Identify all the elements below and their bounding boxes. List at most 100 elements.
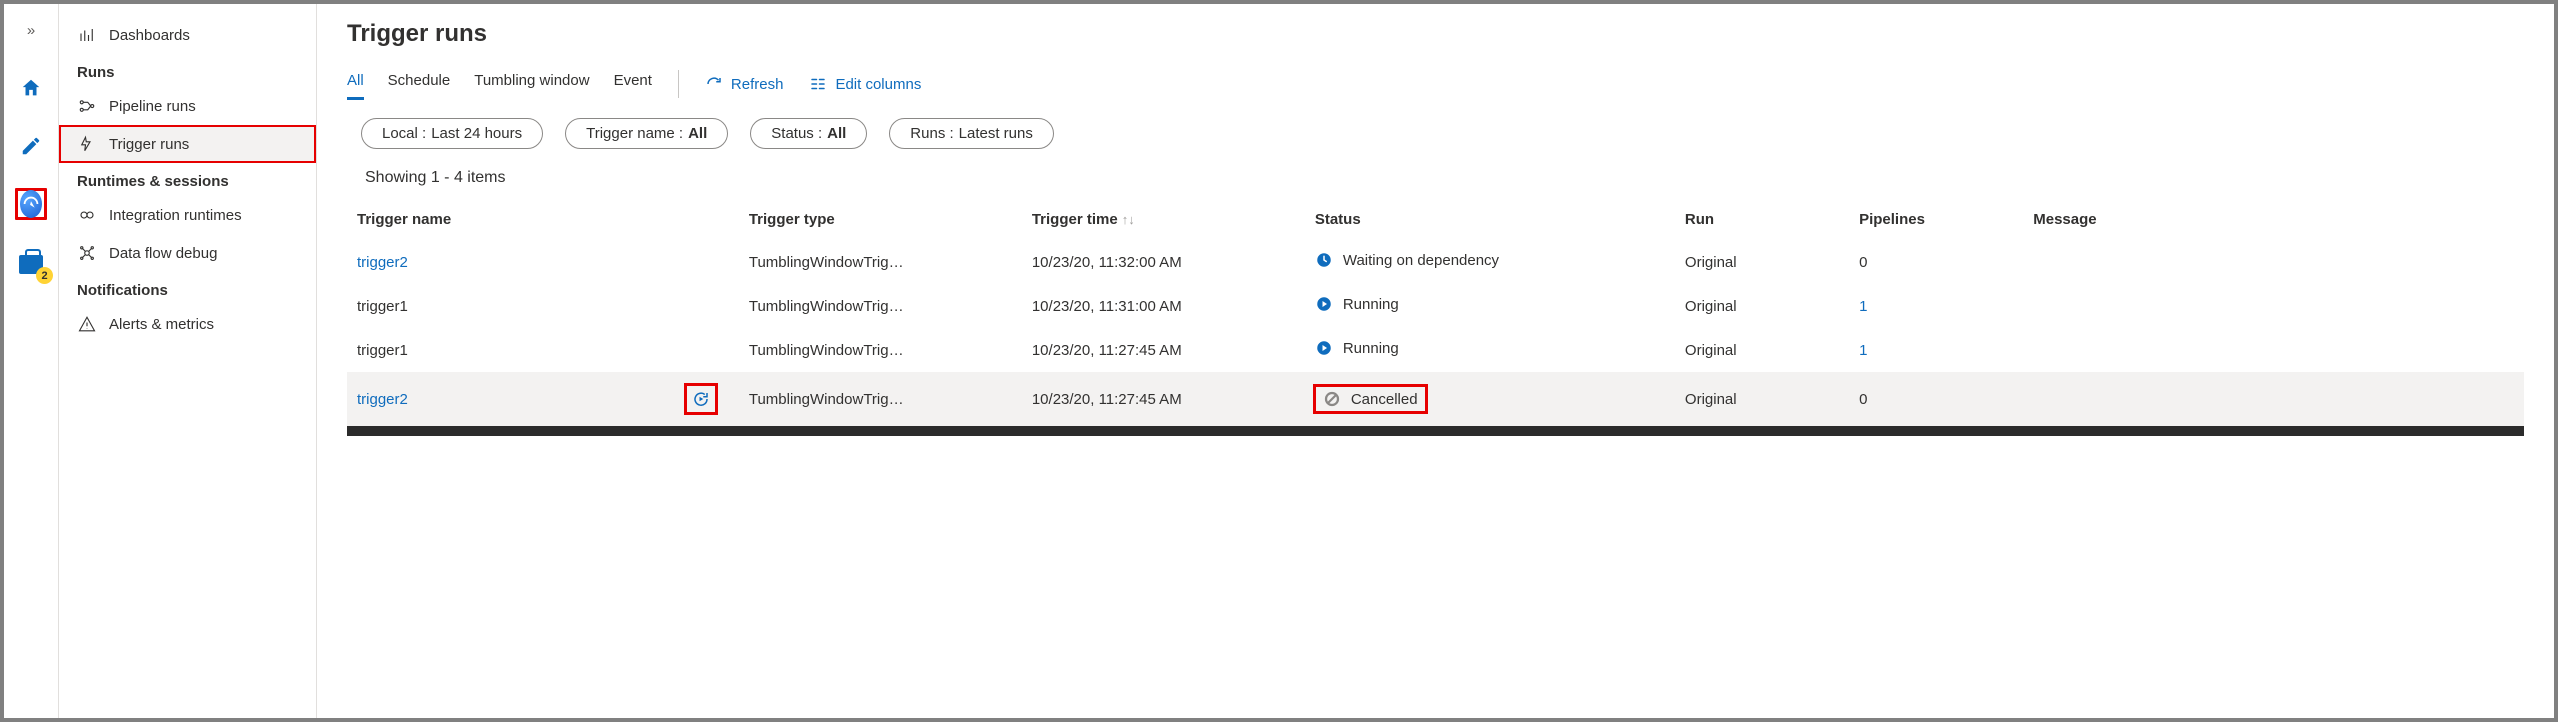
col-trigger-name[interactable]: Trigger name bbox=[347, 199, 674, 240]
results-table: Trigger name Trigger type Trigger time↑↓… bbox=[347, 199, 2524, 426]
sidebar-item-label: Integration runtimes bbox=[109, 207, 242, 224]
col-message[interactable]: Message bbox=[2023, 199, 2524, 240]
dashboard-icon bbox=[77, 26, 97, 44]
tab-event[interactable]: Event bbox=[614, 68, 652, 100]
filter-local[interactable]: Local : Last 24 hours bbox=[361, 118, 543, 149]
home-icon bbox=[20, 77, 42, 99]
pipelines-count[interactable]: 1 bbox=[1859, 342, 1867, 359]
dataflow-icon bbox=[77, 244, 97, 262]
sidebar-item-dashboards[interactable]: Dashboards bbox=[59, 16, 316, 54]
icon-rail: » 2 bbox=[4, 4, 59, 718]
trigger-time: 10/23/20, 11:27:45 AM bbox=[1022, 328, 1305, 372]
trigger-name: trigger1 bbox=[357, 298, 408, 315]
status-text: Running bbox=[1343, 340, 1399, 357]
filter-key: Status : bbox=[771, 125, 822, 142]
sidebar-section-runs: Runs bbox=[59, 54, 316, 87]
status-cell: Running bbox=[1315, 295, 1399, 313]
col-trigger-time[interactable]: Trigger time↑↓ bbox=[1022, 199, 1305, 240]
filter-value: All bbox=[688, 125, 707, 142]
author-button[interactable] bbox=[15, 130, 47, 162]
pipelines-count: 0 bbox=[1859, 391, 1867, 408]
run-kind: Original bbox=[1675, 372, 1849, 426]
running-icon bbox=[1315, 295, 1333, 313]
filter-key: Local : bbox=[382, 125, 426, 142]
filter-status[interactable]: Status : All bbox=[750, 118, 867, 149]
monitor-button[interactable] bbox=[15, 188, 47, 220]
edit-columns-button[interactable]: Edit columns bbox=[809, 75, 921, 93]
page-title: Trigger runs bbox=[347, 20, 2524, 48]
rerun-icon bbox=[692, 390, 710, 408]
col-trigger-type[interactable]: Trigger type bbox=[739, 199, 1022, 240]
run-kind: Original bbox=[1675, 284, 1849, 328]
table-row[interactable]: trigger1TumblingWindowTrig…10/23/20, 11:… bbox=[347, 328, 2524, 372]
trigger-type: TumblingWindowTrig… bbox=[739, 284, 1022, 328]
trigger-time: 10/23/20, 11:32:00 AM bbox=[1022, 240, 1305, 284]
rerun-button[interactable] bbox=[684, 383, 718, 415]
col-run[interactable]: Run bbox=[1675, 199, 1849, 240]
running-icon bbox=[1315, 339, 1333, 357]
col-pipelines[interactable]: Pipelines bbox=[1849, 199, 2023, 240]
horizontal-scrollbar[interactable] bbox=[347, 426, 2524, 436]
trigger-name[interactable]: trigger2 bbox=[357, 391, 408, 408]
expand-rail-button[interactable]: » bbox=[15, 14, 47, 46]
tab-tumbling-window[interactable]: Tumbling window bbox=[474, 68, 589, 100]
trigger-type: TumblingWindowTrig… bbox=[739, 372, 1022, 426]
gauge-icon bbox=[20, 193, 42, 215]
manage-button[interactable]: 2 bbox=[15, 248, 47, 280]
filter-value: Last 24 hours bbox=[431, 125, 522, 142]
table-row[interactable]: trigger2TumblingWindowTrig…10/23/20, 11:… bbox=[347, 372, 2524, 426]
command-row: All Schedule Tumbling window Event Refre… bbox=[347, 62, 2524, 114]
status-text: Waiting on dependency bbox=[1343, 252, 1499, 269]
filter-runs[interactable]: Runs : Latest runs bbox=[889, 118, 1054, 149]
run-kind: Original bbox=[1675, 240, 1849, 284]
trigger-type: TumblingWindowTrig… bbox=[739, 328, 1022, 372]
sidebar-section-runtimes: Runtimes & sessions bbox=[59, 163, 316, 196]
message bbox=[2023, 372, 2524, 426]
sidebar-item-integration-runtimes[interactable]: Integration runtimes bbox=[59, 196, 316, 234]
trigger-name[interactable]: trigger2 bbox=[357, 254, 408, 271]
status-cell: Running bbox=[1315, 339, 1399, 357]
table-row[interactable]: trigger2 TumblingWindowTrig…10/23/20, 11:… bbox=[347, 240, 2524, 284]
results-summary: Showing 1 - 4 items bbox=[347, 167, 2524, 199]
results-table-wrap: Trigger name Trigger type Trigger time↑↓… bbox=[347, 199, 2524, 718]
filter-value: Latest runs bbox=[959, 125, 1033, 142]
sidebar-item-label: Pipeline runs bbox=[109, 98, 196, 115]
trigger-time: 10/23/20, 11:31:00 AM bbox=[1022, 284, 1305, 328]
toolbox-badge: 2 bbox=[36, 267, 53, 284]
col-status[interactable]: Status bbox=[1305, 199, 1675, 240]
pencil-icon bbox=[20, 135, 42, 157]
filter-key: Runs : bbox=[910, 125, 953, 142]
status-text: Running bbox=[1343, 296, 1399, 313]
status-cell: Waiting on dependency bbox=[1315, 251, 1499, 269]
sidebar-item-pipeline-runs[interactable]: Pipeline runs bbox=[59, 87, 316, 125]
message bbox=[2023, 284, 2524, 328]
sidebar-item-data-flow-debug[interactable]: Data flow debug bbox=[59, 234, 316, 272]
separator bbox=[678, 70, 679, 98]
edit-columns-label: Edit columns bbox=[835, 76, 921, 93]
pipelines-count: 0 bbox=[1859, 254, 1867, 271]
home-button[interactable] bbox=[15, 72, 47, 104]
tab-all[interactable]: All bbox=[347, 68, 364, 100]
refresh-label: Refresh bbox=[731, 76, 784, 93]
tab-schedule[interactable]: Schedule bbox=[388, 68, 451, 100]
pipelines-count[interactable]: 1 bbox=[1859, 298, 1867, 315]
sidebar-item-label: Dashboards bbox=[109, 27, 190, 44]
sidebar-item-alerts-metrics[interactable]: Alerts & metrics bbox=[59, 305, 316, 343]
trigger-type: TumblingWindowTrig… bbox=[739, 240, 1022, 284]
sort-icon: ↑↓ bbox=[1122, 212, 1135, 227]
table-row[interactable]: trigger1 TumblingWindowTrig…10/23/20, 11:… bbox=[347, 284, 2524, 328]
refresh-button[interactable]: Refresh bbox=[705, 75, 784, 93]
trigger-icon bbox=[77, 135, 97, 153]
tabs: All Schedule Tumbling window Event bbox=[347, 68, 652, 100]
main: Trigger runs All Schedule Tumbling windo… bbox=[317, 4, 2554, 718]
sidebar-item-trigger-runs[interactable]: Trigger runs bbox=[59, 125, 316, 163]
columns-icon bbox=[809, 75, 827, 93]
cancelled-icon bbox=[1323, 390, 1341, 408]
message bbox=[2023, 328, 2524, 372]
sidebar-item-label: Data flow debug bbox=[109, 245, 217, 262]
filter-key: Trigger name : bbox=[586, 125, 683, 142]
chevron-right-double-icon: » bbox=[27, 22, 35, 39]
run-kind: Original bbox=[1675, 328, 1849, 372]
filter-trigger-name[interactable]: Trigger name : All bbox=[565, 118, 728, 149]
sidebar-item-label: Alerts & metrics bbox=[109, 316, 214, 333]
